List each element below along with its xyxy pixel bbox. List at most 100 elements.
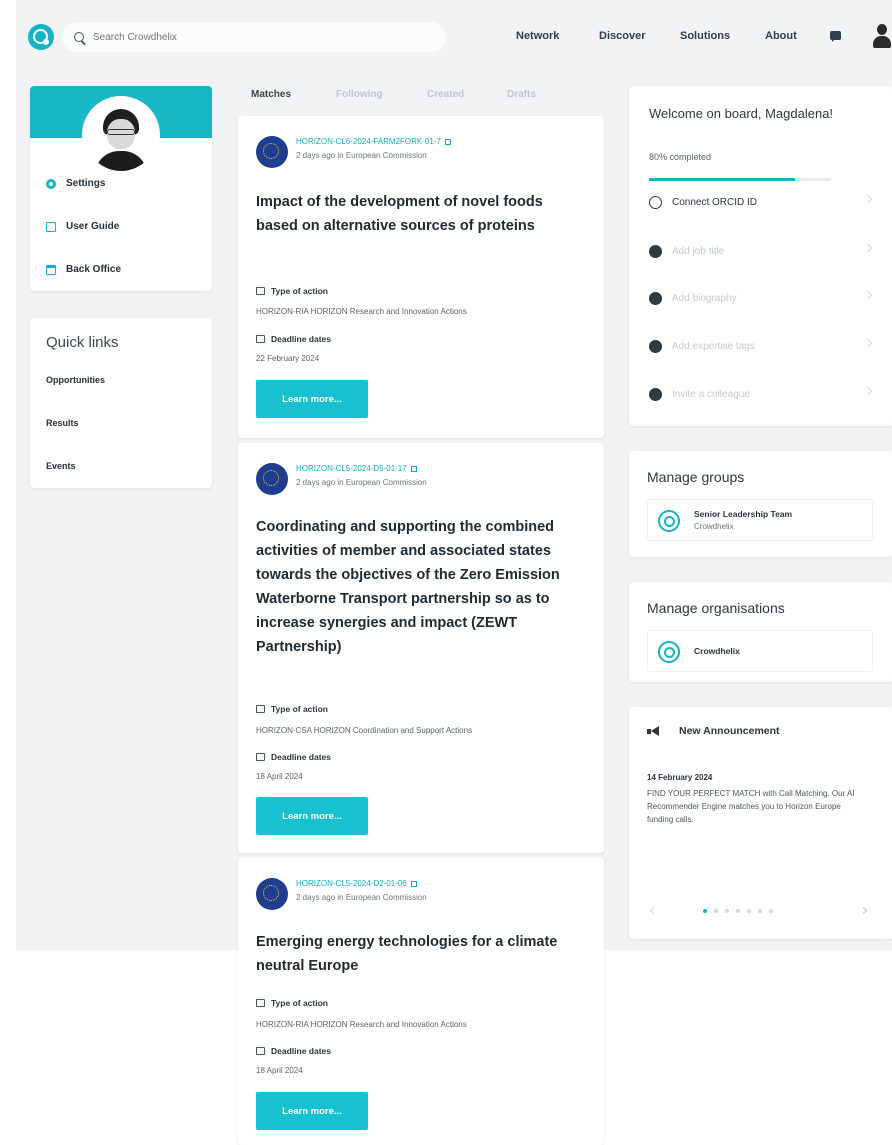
calendar-icon (256, 753, 265, 761)
book-icon (46, 221, 56, 232)
type-of-action-value: HORIZON-RIA HORIZON Research and Innovat… (256, 307, 467, 316)
chevron-right-icon (863, 194, 873, 204)
gear-icon (46, 178, 56, 189)
user-avatar-icon[interactable] (872, 24, 892, 50)
crowdhelix-icon (658, 641, 680, 663)
carousel-next-icon[interactable] (859, 906, 868, 915)
opportunity-code-link[interactable]: HORIZON-CL5-2024-D2-01-06 (296, 879, 417, 888)
carousel-dot[interactable] (769, 909, 773, 913)
opportunity-meta: 2 days ago in European Commission (296, 893, 427, 902)
opportunity-code-link[interactable]: HORIZON-CL5-2024-D5-01-17 (296, 464, 417, 473)
announcement-date: 14 February 2024 (647, 773, 713, 782)
deadline-label: Deadline dates (256, 752, 331, 762)
check-circle-icon (649, 387, 662, 401)
eu-flag-icon (256, 463, 288, 495)
carousel-prev-icon[interactable] (649, 906, 658, 915)
deadline-value: 22 February 2024 (256, 354, 320, 363)
task-connect-orcid[interactable]: Connect ORCID ID (649, 189, 873, 215)
carousel-dot[interactable] (703, 909, 707, 913)
onboarding-card: Welcome on board, Magdalena! 80% complet… (629, 86, 892, 426)
external-link-icon (410, 880, 417, 887)
nav-discover[interactable]: Discover (599, 30, 645, 42)
deadline-label: Deadline dates (256, 1046, 331, 1056)
quick-link-events[interactable]: Events (46, 461, 76, 471)
task-label: Add job title (672, 245, 725, 257)
progress-text: 80% completed (649, 152, 712, 162)
type-of-action-label: Type of action (256, 998, 328, 1008)
organisation-name: Crowdhelix (694, 646, 740, 656)
search-icon (74, 32, 84, 42)
group-item[interactable]: Senior Leadership Team Crowdhelix (647, 499, 873, 541)
sidebar-item-label: User Guide (66, 221, 120, 232)
opportunity-title[interactable]: Coordinating and supporting the combined… (256, 515, 586, 659)
type-of-action-label: Type of action (256, 704, 328, 714)
task-invite-colleague[interactable]: Invite a colleague (649, 381, 873, 407)
calendar-icon (256, 1047, 265, 1055)
quick-links-title: Quick links (46, 334, 119, 351)
sidebar-item-settings[interactable]: Settings (46, 178, 105, 189)
top-navigation-bar: Network Discover Solutions About (16, 10, 892, 62)
calendar-icon (46, 264, 56, 275)
sidebar-item-label: Settings (66, 178, 106, 189)
eu-flag-icon (256, 136, 288, 168)
progress-bar (649, 178, 831, 181)
search-bar[interactable] (62, 22, 446, 52)
learn-more-button[interactable]: Learn more... (256, 797, 368, 835)
organisation-item[interactable]: Crowdhelix (647, 630, 873, 672)
quick-link-opportunities[interactable]: Opportunities (46, 375, 105, 385)
type-of-action-label: Type of action (256, 286, 328, 296)
tab-drafts[interactable]: Drafts (507, 89, 536, 100)
task-add-expertise-tags[interactable]: Add expertise tags (649, 333, 873, 359)
task-label: Invite a colleague (672, 388, 750, 400)
nav-about[interactable]: About (765, 30, 797, 42)
nav-network[interactable]: Network (516, 30, 559, 42)
opportunity-title[interactable]: Emerging energy technologies for a clima… (256, 930, 586, 978)
empty-circle-icon (649, 195, 662, 209)
tab-following[interactable]: Following (336, 89, 383, 100)
manage-groups-title: Manage groups (647, 469, 745, 485)
carousel-dot[interactable] (758, 909, 762, 913)
task-label: Add expertise tags (672, 340, 755, 352)
deadline-value: 18 April 2024 (256, 772, 303, 781)
group-organisation: Crowdhelix (694, 522, 734, 531)
tab-matches[interactable]: Matches (251, 89, 291, 100)
opportunity-title[interactable]: Impact of the development of novel foods… (256, 190, 586, 238)
carousel-dot[interactable] (714, 909, 718, 913)
search-input[interactable] (93, 31, 393, 43)
calendar-icon (256, 335, 265, 343)
opportunity-code-link[interactable]: HORIZON-CL6-2024-FARM2FORK-01-7 (296, 137, 451, 146)
deadline-value: 18 April 2024 (256, 1066, 303, 1075)
opportunity-card: HORIZON-CL5-2024-D5-01-17 2 days ago in … (238, 443, 604, 853)
external-link-icon (444, 138, 451, 145)
learn-more-button[interactable]: Learn more... (256, 380, 368, 418)
carousel-dots (703, 909, 773, 913)
sidebar-item-user-guide[interactable]: User Guide (46, 221, 119, 232)
carousel-dot[interactable] (736, 909, 740, 913)
sidebar-item-back-office[interactable]: Back Office (46, 264, 121, 275)
tab-created[interactable]: Created (427, 89, 464, 100)
chat-icon[interactable] (830, 31, 841, 42)
quick-link-results[interactable]: Results (46, 418, 79, 428)
nav-solutions[interactable]: Solutions (680, 30, 730, 42)
external-link-icon (410, 465, 417, 472)
announcement-header: New Announcement (647, 725, 780, 737)
carousel-dot[interactable] (725, 909, 729, 913)
learn-more-button[interactable]: Learn more... (256, 1092, 368, 1130)
opportunity-card: HORIZON-CL6-2024-FARM2FORK-01-7 2 days a… (238, 116, 604, 438)
task-add-biography[interactable]: Add biography (649, 285, 873, 311)
task-label: Add biography (672, 292, 737, 304)
announcement-body: FIND YOUR PERFECT MATCH with Call Matchi… (647, 789, 855, 824)
announcement-card: New Announcement 14 February 2024 FIND Y… (629, 707, 892, 939)
crowdhelix-logo-icon[interactable] (28, 24, 54, 50)
task-add-job-title[interactable]: Add job title (649, 238, 873, 264)
carousel-dot[interactable] (747, 909, 751, 913)
megaphone-icon (647, 726, 659, 736)
welcome-title: Welcome on board, Magdalena! (649, 106, 834, 121)
check-circle-icon (649, 291, 662, 305)
briefcase-icon (256, 999, 265, 1007)
profile-photo[interactable] (82, 96, 160, 174)
chevron-right-icon (863, 338, 873, 348)
profile-card: Settings User Guide Back Office (30, 86, 212, 291)
chevron-right-icon (863, 386, 873, 396)
progress-bar-fill (649, 178, 795, 181)
